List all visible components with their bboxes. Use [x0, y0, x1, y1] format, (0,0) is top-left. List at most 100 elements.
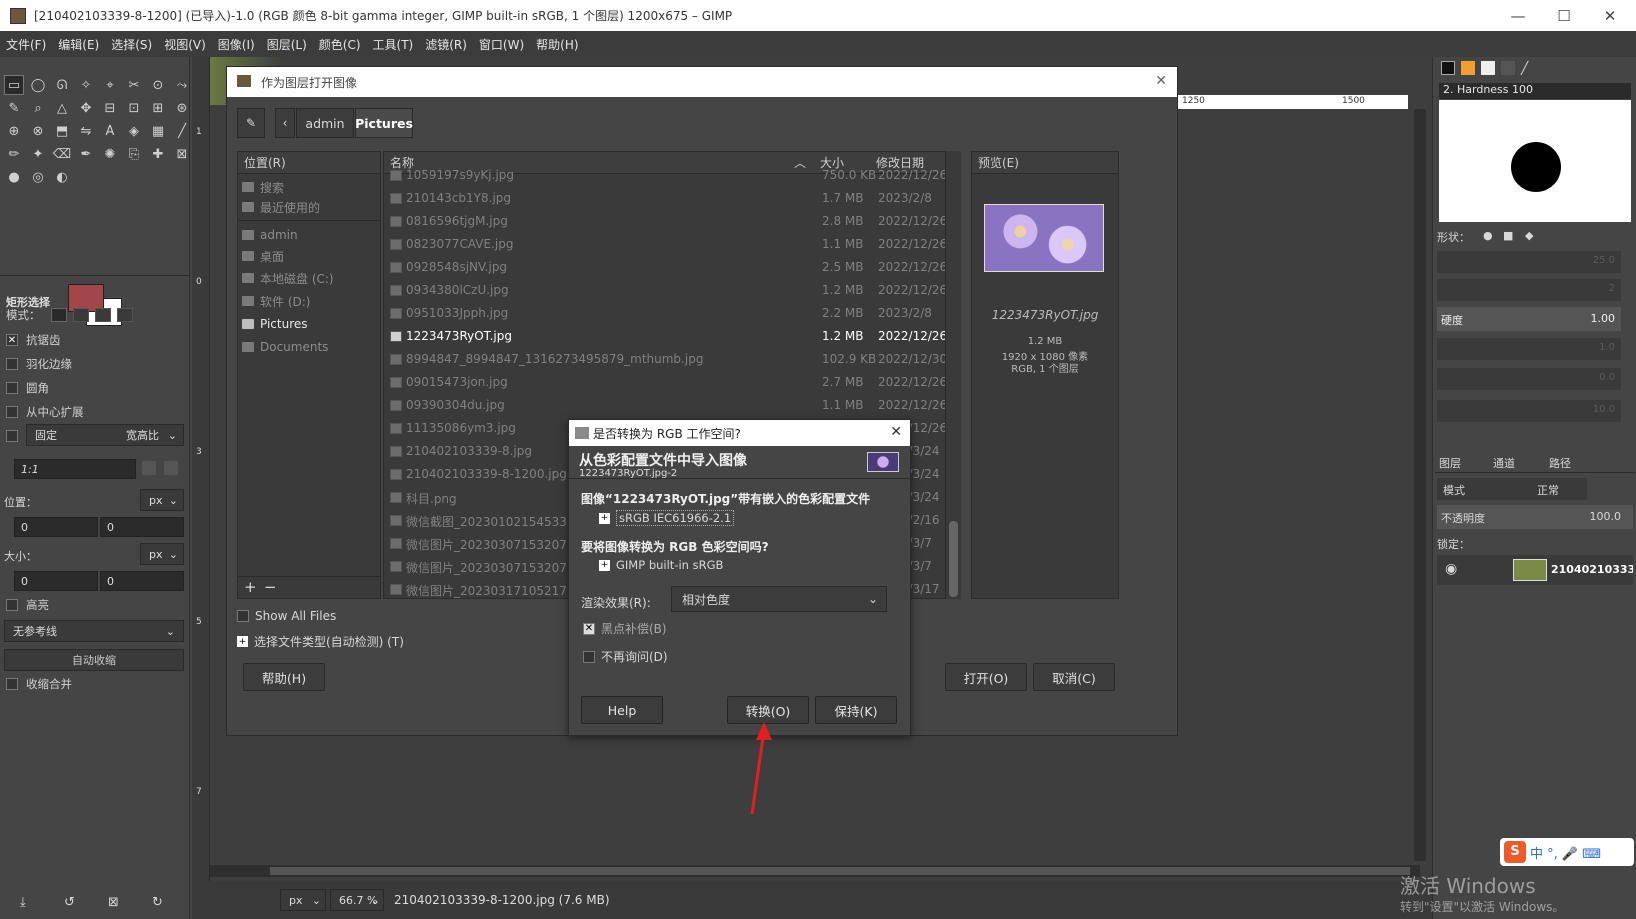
- shape-diamond-icon[interactable]: ◆: [1525, 229, 1533, 242]
- show-all-files-checkbox[interactable]: [237, 610, 249, 622]
- file-list-scrollbar[interactable]: [945, 151, 961, 599]
- fixed-row[interactable]: [6, 426, 26, 446]
- keep-button[interactable]: 保持(K): [815, 696, 897, 724]
- place-recent[interactable]: 最近使用的: [242, 196, 320, 218]
- scrollbar-thumb[interactable]: [270, 867, 1410, 875]
- highlight-row[interactable]: 高亮: [6, 595, 49, 615]
- lasso-tool-icon[interactable]: ᘏ: [52, 75, 72, 95]
- shrink-merged-checkbox[interactable]: [6, 678, 18, 690]
- intent-dropdown[interactable]: 相对色度 ⌄: [671, 586, 887, 612]
- menu-image[interactable]: 图像(I): [218, 36, 255, 53]
- target-profile-row[interactable]: + GIMP built-in sRGB: [599, 558, 723, 572]
- expand-center-checkbox[interactable]: [6, 406, 18, 418]
- fonts-tab-icon[interactable]: [1481, 61, 1495, 75]
- measure-tool-icon[interactable]: △: [52, 98, 72, 118]
- unit-dropdown[interactable]: px ⌄: [280, 889, 326, 911]
- minimize-button[interactable]: —: [1495, 0, 1541, 31]
- paths-tool-icon[interactable]: ⤳: [172, 75, 192, 95]
- back-arrow-icon[interactable]: ‹: [275, 108, 295, 138]
- place-pictures[interactable]: Pictures: [242, 313, 308, 335]
- color-picker-tool-icon[interactable]: ✎: [4, 98, 24, 118]
- dodge-tool-icon[interactable]: ◐: [52, 167, 72, 187]
- delete-options-icon[interactable]: ⊠: [108, 895, 119, 910]
- mode-subtract-button[interactable]: [94, 308, 111, 322]
- zoom-dropdown[interactable]: 66.7 % ⌄: [330, 889, 384, 911]
- menu-help[interactable]: 帮助(H): [536, 36, 578, 53]
- embedded-profile-row[interactable]: + sRGB IEC61966-2.1: [599, 510, 735, 526]
- align-tool-icon[interactable]: ⊟: [100, 98, 120, 118]
- smudge-tool-icon[interactable]: ◎: [28, 167, 48, 187]
- angle-slider[interactable]: 0.0: [1437, 368, 1621, 390]
- layer-row[interactable]: ◉ 210402103339: [1437, 555, 1633, 585]
- position-x-input[interactable]: 0: [14, 517, 98, 537]
- auto-shrink-button[interactable]: 自动收缩: [4, 649, 184, 671]
- feather-row[interactable]: 羽化边缘: [6, 354, 72, 374]
- file-row[interactable]: 0928548sjNV.jpg 2.5 MB 2022/12/26: [384, 256, 960, 280]
- file-row[interactable]: 0934380lCzU.jpg 1.2 MB 2022/12/26: [384, 279, 960, 303]
- place-drive-d[interactable]: 软件 (D:): [242, 290, 310, 312]
- menu-filters[interactable]: 滤镜(R): [425, 36, 467, 53]
- file-row[interactable]: 0823077CAVE.jpg 1.1 MB 2022/12/26: [384, 233, 960, 257]
- clone-tool-icon[interactable]: ⎘: [124, 144, 144, 164]
- layer-mode-dropdown[interactable]: 模式 正常: [1437, 478, 1587, 500]
- dont-ask-row[interactable]: 不再询问(D): [583, 648, 668, 665]
- menu-view[interactable]: 视图(V): [164, 36, 206, 53]
- fuzzy-select-tool-icon[interactable]: ✧: [76, 75, 96, 95]
- position-y-input[interactable]: 0: [100, 517, 184, 537]
- cancel-button[interactable]: 取消(C): [1033, 663, 1115, 691]
- convert-help-button[interactable]: Help: [581, 696, 663, 724]
- add-place-icon[interactable]: +: [244, 578, 257, 596]
- aspect-ratio-slider[interactable]: 1.0: [1437, 338, 1621, 360]
- remove-place-icon[interactable]: −: [264, 578, 277, 596]
- tab-layers[interactable]: 图层: [1439, 455, 1461, 471]
- brushes-tab-icon[interactable]: [1441, 61, 1455, 75]
- perspective-clone-tool-icon[interactable]: ⊠: [172, 144, 192, 164]
- file-row[interactable]: 0816596tjgM.jpg 2.8 MB 2022/12/26: [384, 210, 960, 234]
- foreground-select-tool-icon[interactable]: ⊙: [148, 75, 168, 95]
- warp-tool-icon[interactable]: ⊛: [172, 98, 192, 118]
- file-type-expander[interactable]: + 选择文件类型(自动检测) (T): [237, 633, 404, 650]
- cage-tool-icon[interactable]: ⊗: [28, 121, 48, 141]
- tab-channels[interactable]: 通道: [1493, 455, 1515, 471]
- menu-file[interactable]: 文件(F): [6, 36, 46, 53]
- ellipse-select-tool-icon[interactable]: ◯: [28, 75, 48, 95]
- edit-location-icon[interactable]: ✎: [237, 108, 265, 138]
- file-row[interactable]: 0951033Jpph.jpg 2.2 MB 2023/2/8: [384, 302, 960, 326]
- fixed-checkbox[interactable]: [6, 430, 18, 442]
- dont-ask-checkbox[interactable]: [583, 650, 595, 663]
- file-row[interactable]: 210143cb1Y8.jpg 1.7 MB 2023/2/8: [384, 187, 960, 211]
- file-row[interactable]: 09390304du.jpg 1.1 MB 2022/12/26: [384, 394, 960, 418]
- vertical-scrollbar[interactable]: [1414, 109, 1426, 861]
- unified-transform-tool-icon[interactable]: ⊞: [148, 98, 168, 118]
- shrink-merged-row[interactable]: 收缩合并: [6, 674, 72, 694]
- menu-layer[interactable]: 图层(L): [267, 36, 307, 53]
- feather-checkbox[interactable]: [6, 358, 18, 370]
- show-all-files-row[interactable]: Show All Files: [237, 609, 336, 623]
- file-row[interactable]: 09015473jon.jpg 2.7 MB 2022/12/26: [384, 371, 960, 395]
- zoom-tool-icon[interactable]: ⌕: [28, 98, 48, 118]
- dialog-close-icon[interactable]: ✕: [1155, 73, 1167, 89]
- maximize-button[interactable]: ☐: [1541, 0, 1587, 31]
- perspective-tool-icon[interactable]: ⬒: [52, 121, 72, 141]
- patterns-tab-icon[interactable]: [1461, 61, 1475, 75]
- crop-tool-icon[interactable]: ⊡: [124, 98, 144, 118]
- highlight-checkbox[interactable]: [6, 599, 18, 611]
- fixed-aspect-dropdown[interactable]: 固定 宽高比 ⌄: [26, 424, 184, 446]
- gradient-tool-icon[interactable]: ▦: [148, 121, 168, 141]
- gradient-tab-icon[interactable]: [1501, 61, 1515, 75]
- handle-transform-tool-icon[interactable]: ⊕: [4, 121, 24, 141]
- horizontal-scrollbar[interactable]: [210, 865, 1420, 877]
- tab-paths[interactable]: 路径: [1549, 455, 1571, 471]
- shape-square-icon[interactable]: ■: [1503, 229, 1513, 242]
- antialias-row[interactable]: ✕ 抗锯齿: [6, 330, 61, 350]
- eraser-tool-icon[interactable]: ⌫: [52, 144, 72, 164]
- radius-slider[interactable]: 25.0: [1437, 251, 1621, 273]
- ratio-input[interactable]: 1:1: [14, 459, 136, 479]
- ime-toolbar[interactable]: S 中 °, 🎤 ⌨: [1500, 838, 1634, 866]
- shape-circle-icon[interactable]: ●: [1483, 229, 1493, 242]
- move-tool-icon[interactable]: ✥: [76, 98, 96, 118]
- bpc-row[interactable]: ✕ 黑点补偿(B): [583, 620, 667, 637]
- mode-intersect-button[interactable]: [116, 308, 133, 322]
- rounded-checkbox[interactable]: [6, 382, 18, 394]
- opacity-slider[interactable]: 不透明度 100.0: [1437, 505, 1633, 529]
